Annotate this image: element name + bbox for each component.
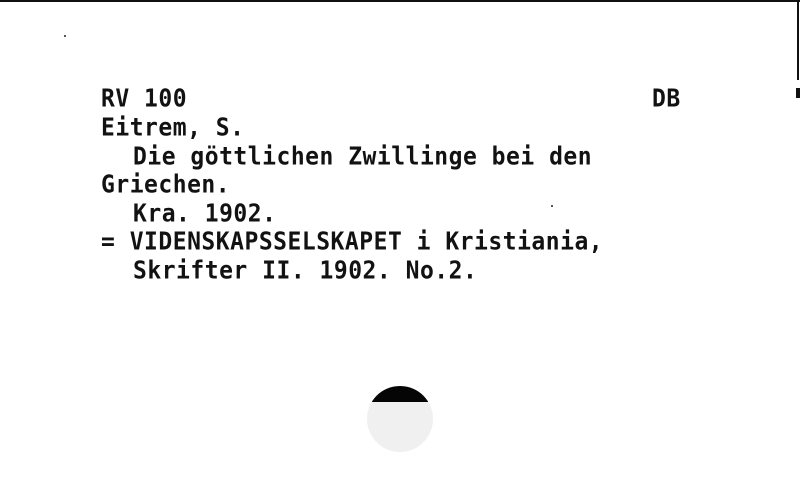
- punch-hole: [367, 386, 433, 452]
- call-number: RV 100: [101, 85, 188, 114]
- edge-mark: [796, 88, 800, 98]
- series-line-1: = VIDENSKAPSSELSKAPET i Kristiania,: [101, 228, 604, 257]
- series-line-2: Skrifter II. 1902. No.2.: [133, 257, 478, 286]
- imprint-line: Kra. 1902.: [133, 200, 277, 229]
- author-line: Eitrem, S.: [101, 114, 245, 143]
- dust-speck: [551, 205, 553, 207]
- dust-speck: [64, 35, 66, 37]
- title-line-2: Griechen.: [101, 171, 231, 200]
- card-top-edge: [0, 0, 800, 2]
- card-right-edge: [797, 0, 799, 80]
- title-line-1: Die göttlichen Zwillinge bei den: [133, 143, 593, 172]
- punch-hole-shadow: [367, 386, 433, 402]
- catalog-card: RV 100 DB Eitrem, S. Die göttlichen Zwil…: [0, 0, 800, 488]
- location-code: DB: [652, 85, 681, 114]
